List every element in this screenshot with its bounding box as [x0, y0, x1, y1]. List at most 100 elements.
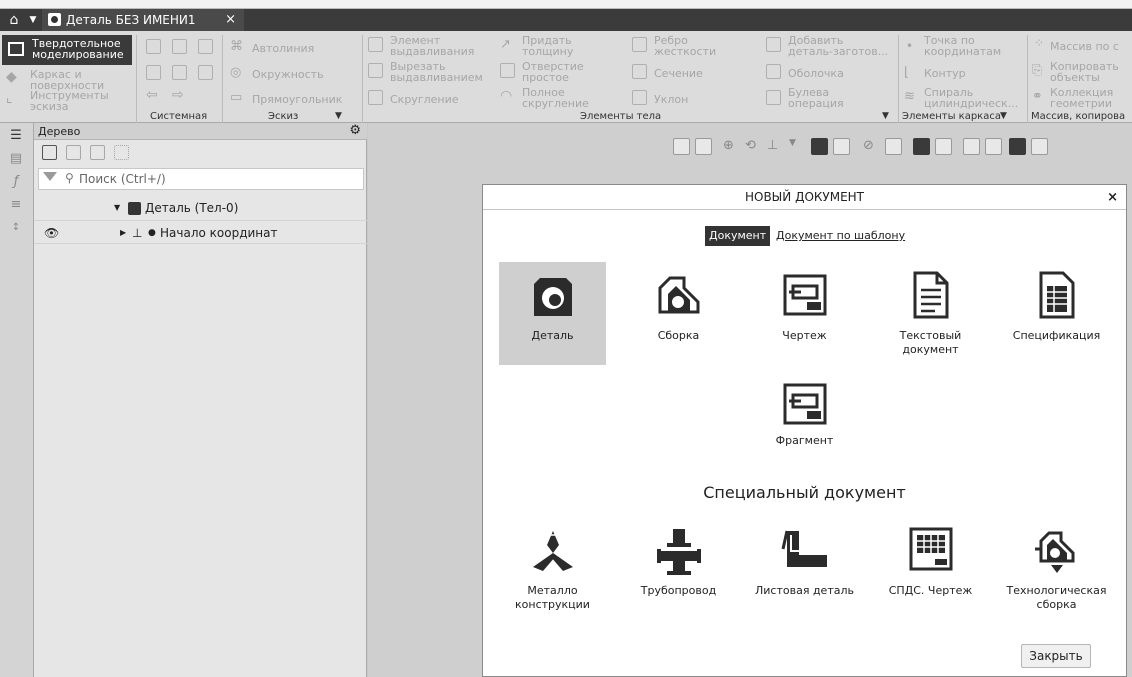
expand-arrow-icon[interactable]: ▶ — [120, 221, 126, 245]
expand-arrow-icon[interactable]: ▼ — [114, 196, 120, 220]
special-tile-spds-drawing[interactable]: СПДС. Чертеж — [877, 523, 984, 623]
body-cut-extrude[interactable]: Вырезать выдавливанием — [390, 61, 483, 83]
shaded-view-icon[interactable] — [811, 138, 828, 155]
preview-icon[interactable] — [172, 65, 187, 80]
tab-document-by-template[interactable]: Документ по шаблону — [776, 226, 905, 246]
sketch-autoline[interactable]: Автолиния — [252, 43, 314, 54]
zoom-icon[interactable]: ⊕ — [723, 138, 740, 155]
origin-axes-icon: ⊥ — [132, 226, 143, 240]
doc-tile-drawing[interactable]: Чертеж — [751, 262, 858, 365]
special-tile-sheet-metal[interactable]: Листовая деталь — [751, 523, 858, 623]
left-vertical-toolbar: ☰ ▤ ƒ ≡ ↕ — [0, 123, 34, 677]
search-input[interactable]: Поиск (Ctrl+/) — [79, 172, 166, 186]
rotate-icon[interactable]: ⟲ — [745, 138, 762, 155]
body-shell[interactable]: Оболочка — [788, 68, 844, 79]
body-rib[interactable]: Ребро жесткости — [654, 35, 716, 57]
body-boolean[interactable]: Булева операция — [788, 87, 844, 109]
doc-tile-text-document[interactable]: Текстовый документ — [877, 262, 984, 365]
doc-tile-assembly[interactable]: Сборка — [625, 262, 732, 365]
body-section[interactable]: Сечение — [654, 68, 703, 79]
frame-point[interactable]: Точка по координатам — [924, 35, 1001, 57]
lock-icon[interactable] — [985, 138, 1002, 155]
gear-icon[interactable]: ⚙ — [349, 123, 361, 138]
mode-sketch-tools[interactable]: Инструменты эскиза — [30, 90, 109, 112]
extrude-icon — [368, 37, 383, 52]
print-icon[interactable] — [146, 65, 161, 80]
chevron-down-icon[interactable]: ▼ — [1000, 111, 1007, 122]
home-icon[interactable]: ⌂ — [4, 11, 24, 29]
visibility-icon[interactable] — [963, 138, 980, 155]
tree-search[interactable]: ⚲ Поиск (Ctrl+/) — [38, 168, 364, 190]
tree-filter-view-icon[interactable] — [90, 145, 105, 160]
variables-fx-icon[interactable]: ƒ — [8, 175, 24, 189]
open-folder-icon[interactable] — [172, 39, 187, 54]
sketch-circle[interactable]: Окружность — [252, 69, 324, 80]
part-icon — [534, 278, 572, 316]
document-tab[interactable]: Деталь БЕЗ ИМЕНИ1 × — [42, 9, 244, 31]
mode-wireframe-surfaces[interactable]: Каркас и поверхности — [30, 69, 104, 91]
group-label-system: Системная — [150, 111, 208, 122]
coordinate-system-icon[interactable]: ⊥ — [767, 138, 784, 155]
body-full-fillet[interactable]: Полное скругление — [522, 87, 589, 109]
array-by-grid[interactable]: Массив по с — [1050, 41, 1119, 52]
tree-list-icon[interactable] — [66, 145, 81, 160]
snap-icon[interactable] — [935, 138, 952, 155]
numbering-icon[interactable]: ↕ — [8, 221, 24, 235]
body-thicken[interactable]: Придать толщину — [522, 35, 573, 57]
geometry-collection[interactable]: Коллекция геометрии — [1050, 87, 1113, 109]
new-file-icon[interactable] — [146, 39, 161, 54]
chevron-down-icon[interactable]: ▼ — [882, 111, 889, 122]
close-icon[interactable]: × — [1107, 185, 1118, 210]
measure-icon[interactable] — [913, 138, 930, 155]
chevron-down-icon[interactable]: ▼ — [26, 11, 40, 29]
tool-label: выдавливания — [390, 45, 475, 58]
chevron-down-icon[interactable]: ▼ — [335, 111, 342, 122]
eye-icon[interactable]: 👁 — [44, 221, 59, 245]
tree-structure-icon[interactable] — [42, 145, 57, 160]
tab-document[interactable]: Документ — [705, 226, 771, 246]
point-icon: • — [906, 39, 914, 53]
tree-item-origin[interactable]: 👁 ▶ ⊥ ● Начало координат — [34, 220, 367, 244]
more-icon[interactable] — [1031, 138, 1048, 155]
body-extrude[interactable]: Элемент выдавливания — [390, 35, 474, 57]
special-tile-metal-structures[interactable]: Металло конструкции — [499, 523, 606, 623]
frame-contour[interactable]: Контур — [924, 68, 966, 79]
close-tab-icon[interactable]: × — [225, 9, 236, 31]
special-tile-technological-assembly[interactable]: Технологическая сборка — [1003, 523, 1110, 623]
copy-objects[interactable]: Копировать объекты — [1050, 61, 1119, 83]
group-label-body: Элементы тела — [580, 111, 662, 122]
body-simple-hole[interactable]: Отверстие простое — [522, 61, 584, 83]
section-view-icon[interactable] — [885, 138, 902, 155]
sketch-rectangle[interactable]: Прямоугольник — [252, 94, 342, 105]
ribbon-separator — [136, 35, 137, 123]
special-tile-label: Металло — [527, 584, 578, 597]
save-icon[interactable] — [198, 39, 213, 54]
save-as-icon[interactable] — [198, 65, 213, 80]
tree-grid-icon[interactable] — [114, 145, 129, 160]
tree-item-part[interactable]: ▼ Деталь (Тел-0) — [34, 196, 367, 220]
close-button[interactable]: Закрыть — [1021, 644, 1091, 668]
filter-icon[interactable] — [1009, 138, 1026, 155]
properties-panel-icon[interactable]: ▤ — [8, 152, 24, 166]
body-draft[interactable]: Уклон — [654, 94, 688, 105]
filter-icon[interactable] — [43, 172, 57, 181]
doc-tile-specification[interactable]: Спецификация — [1003, 262, 1110, 365]
undo-icon[interactable]: ⇦ — [146, 88, 158, 102]
frame-spiral[interactable]: Спираль цилиндрическ... — [924, 87, 1018, 109]
window-top-edge — [0, 0, 1132, 9]
doc-tile-fragment[interactable]: Фрагмент — [751, 375, 858, 455]
grid-toggle-icon[interactable] — [673, 138, 690, 155]
special-tile-pipeline[interactable]: Трубопровод — [625, 523, 732, 623]
mode-solid-modeling[interactable]: Твердотельное моделирование — [2, 35, 132, 65]
body-add-blank[interactable]: Добавить деталь-заготов... — [788, 35, 888, 57]
wireframe-view-icon[interactable] — [833, 138, 850, 155]
chevron-down-icon[interactable]: ▼ — [789, 138, 806, 155]
redo-icon[interactable]: ⇨ — [172, 88, 184, 102]
orientation-icon[interactable] — [695, 138, 712, 155]
doc-tile-part[interactable]: Деталь — [499, 262, 606, 365]
hide-icon[interactable]: ⊘ — [863, 138, 880, 155]
ribbon-toolbar: Твердотельное моделирование ◆ Каркас и пов… — [0, 31, 1132, 123]
body-fillet[interactable]: Скругление — [390, 94, 459, 105]
tree-panel-icon[interactable]: ☰ — [8, 129, 24, 143]
layers-icon[interactable]: ≡ — [8, 198, 24, 212]
